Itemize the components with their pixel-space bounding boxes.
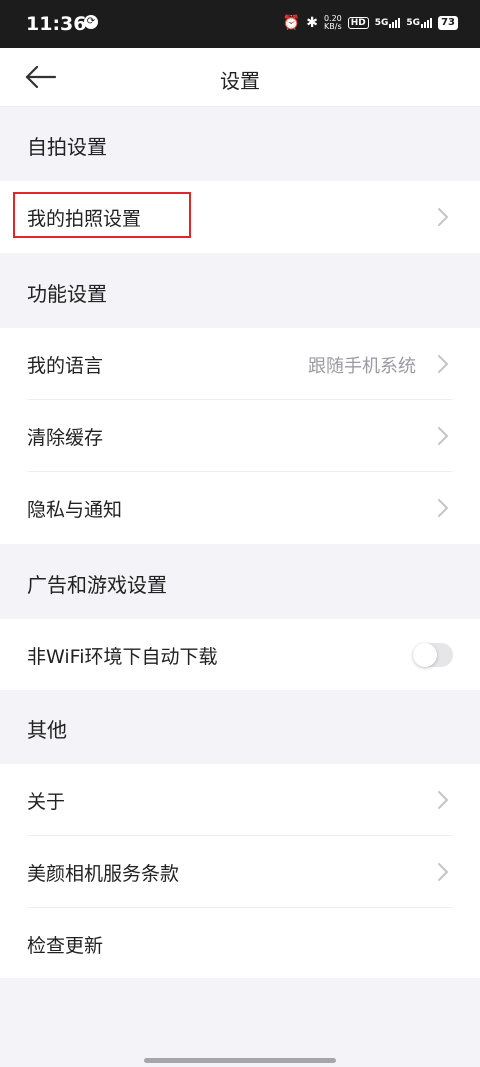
settings-item-label: 我的语言 <box>27 355 104 377</box>
section-title: 其他 <box>27 718 67 742</box>
section-header-other: 其他 <box>0 690 480 765</box>
chevron-right-icon <box>438 863 448 881</box>
signal-5g-icon-1: 5G <box>375 18 401 28</box>
battery-icon: 73 <box>438 16 458 30</box>
hd-icon: HD <box>347 17 369 29</box>
settings-item-privacy-notifications[interactable]: 隐私与通知 <box>0 472 480 544</box>
network-speed: 0.20 KB/s <box>324 15 342 31</box>
signal-5g-icon-2: 5G <box>406 18 433 28</box>
settings-item-clear-cache[interactable]: 清除缓存 <box>0 400 480 472</box>
status-time: 11:36 <box>26 13 87 35</box>
bluetooth-icon: ✱ <box>306 15 318 31</box>
section-header-selfie: 自拍设置 <box>0 107 480 182</box>
section-header-ads-games: 广告和游戏设置 <box>0 545 480 620</box>
section-title: 功能设置 <box>27 282 107 306</box>
chevron-right-icon <box>438 208 448 226</box>
highlight-box <box>13 192 191 238</box>
status-bar: 11:36 ⟳ ⏰ ✱ 0.20 KB/s HD 5G 5G 73 <box>0 0 480 48</box>
section-header-function: 功能设置 <box>0 254 480 329</box>
settings-item-terms[interactable]: 美颜相机服务条款 <box>0 836 480 908</box>
chevron-right-icon <box>438 427 448 445</box>
toggle-knob <box>413 643 437 667</box>
chevron-right-icon <box>438 791 448 809</box>
settings-item-label: 检查更新 <box>27 935 104 957</box>
settings-item-label: 非WiFi环境下自动下载 <box>27 646 218 668</box>
section-title: 广告和游戏设置 <box>27 573 167 597</box>
network-type-2: 5G <box>406 18 421 28</box>
settings-item-auto-download: 非WiFi环境下自动下载 <box>0 619 480 691</box>
page-title: 设置 <box>220 69 260 93</box>
settings-item-language[interactable]: 我的语言 跟随手机系统 <box>0 328 480 400</box>
section-title: 自拍设置 <box>27 135 107 159</box>
settings-item-check-update[interactable]: 检查更新 <box>0 908 480 978</box>
settings-item-about[interactable]: 关于 <box>0 764 480 836</box>
notification-icon: ⟳ <box>84 15 98 29</box>
chevron-right-icon <box>438 499 448 517</box>
network-speed-unit: KB/s <box>324 22 342 31</box>
settings-item-label: 清除缓存 <box>27 427 104 449</box>
alarm-icon: ⏰ <box>282 15 301 31</box>
network-type-1: 5G <box>374 18 389 28</box>
settings-item-label: 隐私与通知 <box>27 499 123 521</box>
language-value: 跟随手机系统 <box>308 356 416 377</box>
auto-download-toggle[interactable] <box>413 643 453 667</box>
home-indicator[interactable] <box>144 1058 336 1063</box>
status-icons: ⏰ ✱ 0.20 KB/s HD 5G 5G 73 <box>283 14 458 32</box>
title-bar: 设置 <box>0 48 480 107</box>
chevron-right-icon <box>438 355 448 373</box>
settings-item-label: 关于 <box>27 791 66 813</box>
settings-item-label: 美颜相机服务条款 <box>27 863 180 885</box>
